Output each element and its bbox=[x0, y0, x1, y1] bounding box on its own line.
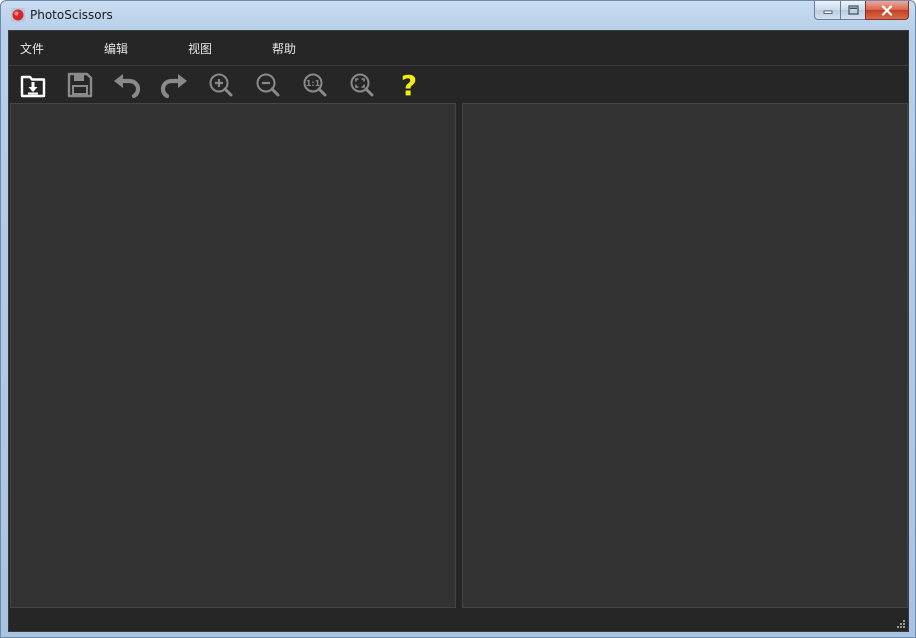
close-button[interactable] bbox=[865, 1, 909, 20]
workspace bbox=[9, 103, 908, 609]
menu-help[interactable]: 帮助 bbox=[270, 40, 298, 58]
window-controls bbox=[814, 1, 909, 21]
undo-icon bbox=[114, 74, 141, 98]
redo-button[interactable] bbox=[159, 70, 189, 100]
app-logo-icon bbox=[11, 8, 25, 22]
title-bar[interactable]: PhotoScissors bbox=[1, 1, 915, 29]
window-title: PhotoScissors bbox=[30, 8, 113, 22]
redo-icon bbox=[160, 74, 187, 98]
resize-grip-icon[interactable] bbox=[895, 618, 905, 628]
minimize-icon bbox=[823, 10, 832, 14]
maximize-icon bbox=[847, 5, 859, 15]
source-image-pane[interactable] bbox=[10, 103, 456, 608]
fit-to-window-icon bbox=[350, 73, 374, 97]
menu-file[interactable]: 文件 bbox=[18, 40, 46, 58]
actual-size-icon: 1:1 bbox=[303, 73, 327, 97]
open-button[interactable] bbox=[18, 70, 48, 100]
save-button[interactable] bbox=[65, 70, 95, 100]
status-bar bbox=[9, 609, 908, 631]
minimize-button[interactable] bbox=[814, 1, 840, 20]
menu-view[interactable]: 视图 bbox=[186, 40, 214, 58]
zoom-out-button[interactable] bbox=[253, 70, 283, 100]
maximize-button[interactable] bbox=[840, 1, 865, 20]
save-icon bbox=[67, 72, 93, 98]
zoom-in-icon bbox=[209, 73, 233, 97]
menu-edit[interactable]: 编辑 bbox=[102, 40, 130, 58]
help-icon: ? bbox=[401, 71, 417, 99]
actual-size-button[interactable]: 1:1 bbox=[300, 70, 330, 100]
zoom-in-button[interactable] bbox=[206, 70, 236, 100]
undo-button[interactable] bbox=[112, 70, 142, 100]
app-window: PhotoScissors 文件 编辑 视图 帮助 1:1 ? bbox=[0, 0, 916, 638]
result-image-pane[interactable] bbox=[462, 103, 908, 608]
menu-bar: 文件 编辑 视图 帮助 bbox=[9, 31, 908, 66]
help-glyph: ? bbox=[401, 71, 417, 99]
actual-size-label: 1:1 bbox=[306, 79, 321, 88]
fit-to-window-button[interactable] bbox=[347, 70, 377, 100]
open-file-icon bbox=[20, 75, 46, 98]
toolbar: 1:1 ? bbox=[9, 66, 908, 103]
zoom-out-icon bbox=[256, 73, 280, 97]
close-icon bbox=[881, 4, 893, 16]
help-button[interactable]: ? bbox=[394, 70, 424, 100]
app-client-area: 文件 编辑 视图 帮助 1:1 ? bbox=[8, 30, 909, 632]
